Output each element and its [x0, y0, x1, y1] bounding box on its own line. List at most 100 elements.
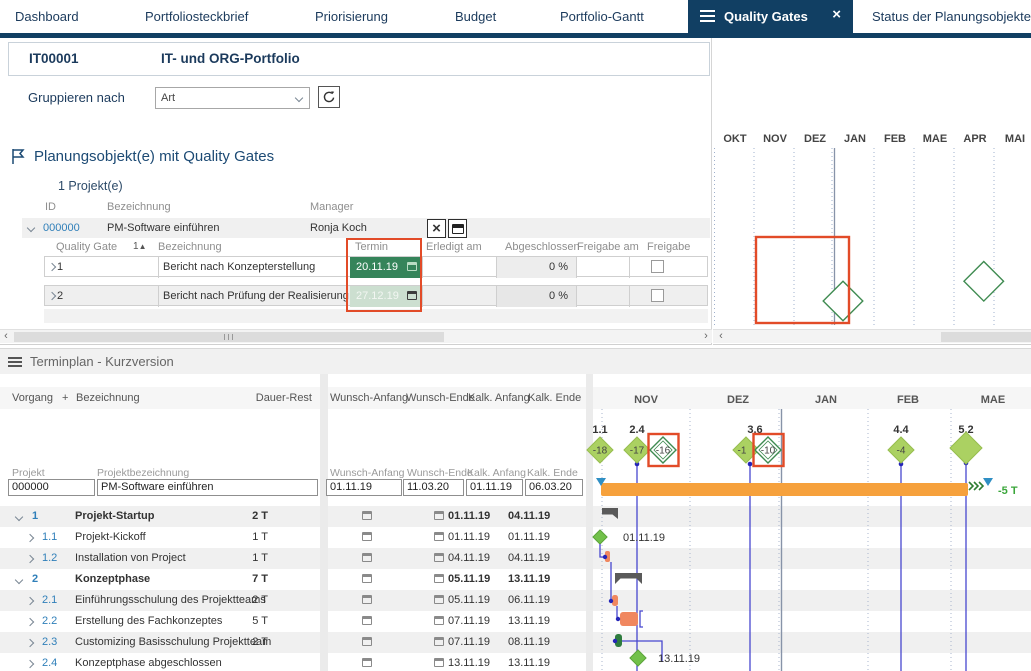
- expand-chevron-icon[interactable]: [26, 639, 34, 647]
- expand-chevron-icon[interactable]: [26, 597, 34, 605]
- portfolio-title: IT- und ORG-Portfolio: [161, 51, 300, 66]
- gate-diamond-outline[interactable]: [823, 281, 863, 321]
- task-milestone-diamond[interactable]: [593, 530, 607, 544]
- h-scrollbar[interactable]: ‹ ›: [0, 329, 712, 343]
- expand-chevron-icon[interactable]: [48, 263, 56, 271]
- milestone-diamond[interactable]: [950, 432, 982, 464]
- gate-freigabe-am-cell[interactable]: [576, 286, 629, 307]
- col-dauer-rest[interactable]: Dauer-Rest: [245, 387, 312, 409]
- expand-chevron-icon[interactable]: [26, 660, 34, 668]
- calendar-icon[interactable]: [434, 574, 444, 583]
- calendar-icon[interactable]: [362, 511, 372, 520]
- col-vorgang[interactable]: Vorgang: [12, 387, 53, 409]
- calendar-icon[interactable]: [434, 658, 444, 667]
- calendar-icon[interactable]: [434, 637, 444, 646]
- task-row[interactable]: 2.2 Erstellung des Fachkonzeptes 5 T 07.…: [0, 611, 585, 632]
- freigabe-checkbox[interactable]: [651, 289, 664, 302]
- tab-dashboard[interactable]: Dashboard: [15, 0, 79, 33]
- gate-freigabe-am-cell[interactable]: [576, 257, 629, 278]
- calendar-icon[interactable]: [434, 553, 444, 562]
- summary-bar[interactable]: [602, 508, 618, 519]
- scroll-left-icon[interactable]: ‹: [715, 330, 727, 344]
- task-row[interactable]: 2.1 Einführungsschulung des Projektteams…: [0, 590, 585, 611]
- group-by-select[interactable]: Art: [155, 87, 310, 109]
- expand-chevron-icon[interactable]: [26, 555, 34, 563]
- project-gantt-bar[interactable]: [601, 483, 968, 496]
- calendar-button[interactable]: [448, 219, 467, 238]
- summary-bar[interactable]: [615, 573, 642, 584]
- task-nr: 2.1: [42, 590, 57, 611]
- collapse-chevron-icon[interactable]: [15, 513, 23, 521]
- tab-portfolio-gantt[interactable]: Portfolio-Gantt: [560, 0, 644, 33]
- col-wunsch-ende[interactable]: Wunsch-Ende: [406, 387, 475, 409]
- expand-chevron-icon[interactable]: [48, 292, 56, 300]
- kalk-ende-field[interactable]: 06.03.20: [525, 479, 583, 496]
- col-bezeichnung[interactable]: Bezeichnung: [76, 387, 140, 409]
- task-kalk-ende: 13.11.19: [508, 611, 550, 632]
- project-name-field[interactable]: PM-Software einführen: [97, 479, 318, 496]
- refresh-button[interactable]: [318, 86, 340, 108]
- task-milestone-diamond[interactable]: [630, 650, 646, 666]
- task-row[interactable]: 1.1 Projekt-Kickoff 1 T 01.11.19 01.11.1…: [0, 527, 585, 548]
- wunsch-anfang-field[interactable]: 01.11.19: [326, 479, 402, 496]
- calendar-icon[interactable]: [362, 616, 372, 625]
- gate-termin-cell[interactable]: 27.12.19: [350, 286, 422, 307]
- col-kalk-anfang[interactable]: Kalk. Anfang: [468, 387, 530, 409]
- scroll-left-icon[interactable]: ‹: [0, 330, 12, 344]
- tab-status-planungsobjekte[interactable]: Status der Planungsobjekte: [872, 0, 1031, 33]
- col-wunsch-anfang[interactable]: Wunsch-Anfang: [330, 387, 408, 409]
- scrollbar-thumb[interactable]: [14, 332, 444, 342]
- calendar-icon[interactable]: [434, 532, 444, 541]
- task-row[interactable]: 1.2 Installation von Project 1 T 04.11.1…: [0, 548, 585, 569]
- project-id-field[interactable]: 000000: [8, 479, 95, 496]
- tab-quality-gates[interactable]: Quality Gates ×: [688, 0, 853, 33]
- hamburger-icon[interactable]: [700, 15, 715, 17]
- h-scrollbar[interactable]: ‹: [713, 329, 1031, 343]
- tab-portfoliosteckbrief[interactable]: Portfoliosteckbrief: [145, 0, 248, 33]
- calendar-icon[interactable]: [362, 658, 372, 667]
- calendar-icon[interactable]: [362, 595, 372, 604]
- calendar-icon[interactable]: [434, 595, 444, 604]
- task-row[interactable]: 1 Projekt-Startup 2 T 01.11.19 04.11.19: [0, 506, 585, 527]
- col-kalk-ende[interactable]: Kalk. Ende: [528, 387, 581, 409]
- gate-termin-cell[interactable]: 20.11.19: [350, 257, 422, 278]
- wunsch-ende-field[interactable]: 11.03.20: [403, 479, 464, 496]
- scroll-right-icon[interactable]: ›: [700, 330, 712, 344]
- month-label: MAI: [1005, 133, 1025, 145]
- calendar-icon[interactable]: [362, 553, 372, 562]
- calendar-icon[interactable]: [362, 637, 372, 646]
- task-bar[interactable]: [620, 612, 638, 626]
- delete-button[interactable]: ×: [427, 219, 446, 238]
- expand-chevron-icon[interactable]: [26, 534, 34, 542]
- freigabe-checkbox[interactable]: [651, 260, 664, 273]
- project-row[interactable]: 000000 PM-Software einführen Ronja Koch: [22, 218, 710, 238]
- expand-chevron-icon[interactable]: [26, 618, 34, 626]
- calendar-icon[interactable]: [434, 511, 444, 520]
- add-task-button[interactable]: +: [62, 387, 68, 409]
- kalk-anfang-field[interactable]: 01.11.19: [466, 479, 523, 496]
- collapse-chevron-icon[interactable]: [27, 224, 35, 232]
- milestone-group-label: 2.4: [629, 424, 645, 436]
- calendar-icon[interactable]: [362, 574, 372, 583]
- task-row[interactable]: 2.3 Customizing Basisschulung Projekttea…: [0, 632, 585, 653]
- tab-budget[interactable]: Budget: [455, 0, 496, 33]
- gate-row[interactable]: 1 Bericht nach Konzepterstellung 20.11.1…: [44, 256, 708, 277]
- task-row[interactable]: 2 Konzeptphase 7 T 05.11.19 13.11.19: [0, 569, 585, 590]
- task-kalk-ende: 06.11.19: [508, 590, 550, 611]
- gate-erledigt-cell[interactable]: [422, 257, 496, 278]
- calendar-icon[interactable]: [434, 616, 444, 625]
- hamburger-icon[interactable]: [8, 361, 22, 363]
- calendar-icon[interactable]: [362, 532, 372, 541]
- scrollbar-grip[interactable]: [224, 334, 233, 340]
- sort-indicator[interactable]: 1▲: [133, 241, 146, 252]
- task-row[interactable]: 2.4 Konzeptphase abgeschlossen 13.11.19 …: [0, 653, 585, 671]
- gate-diamond-outline[interactable]: [964, 261, 1004, 301]
- tab-priorisierung[interactable]: Priorisierung: [315, 0, 388, 33]
- gate-name: Bericht nach Konzepterstellung: [158, 257, 350, 278]
- scrollbar-thumb[interactable]: [941, 332, 1031, 342]
- gate-erledigt-cell[interactable]: [422, 286, 496, 307]
- close-tab-icon[interactable]: ×: [832, 6, 841, 23]
- gate-row[interactable]: 2 Bericht nach Prüfung der Realisierung …: [44, 285, 708, 306]
- project-id[interactable]: 000000: [43, 218, 80, 238]
- collapse-chevron-icon[interactable]: [15, 576, 23, 584]
